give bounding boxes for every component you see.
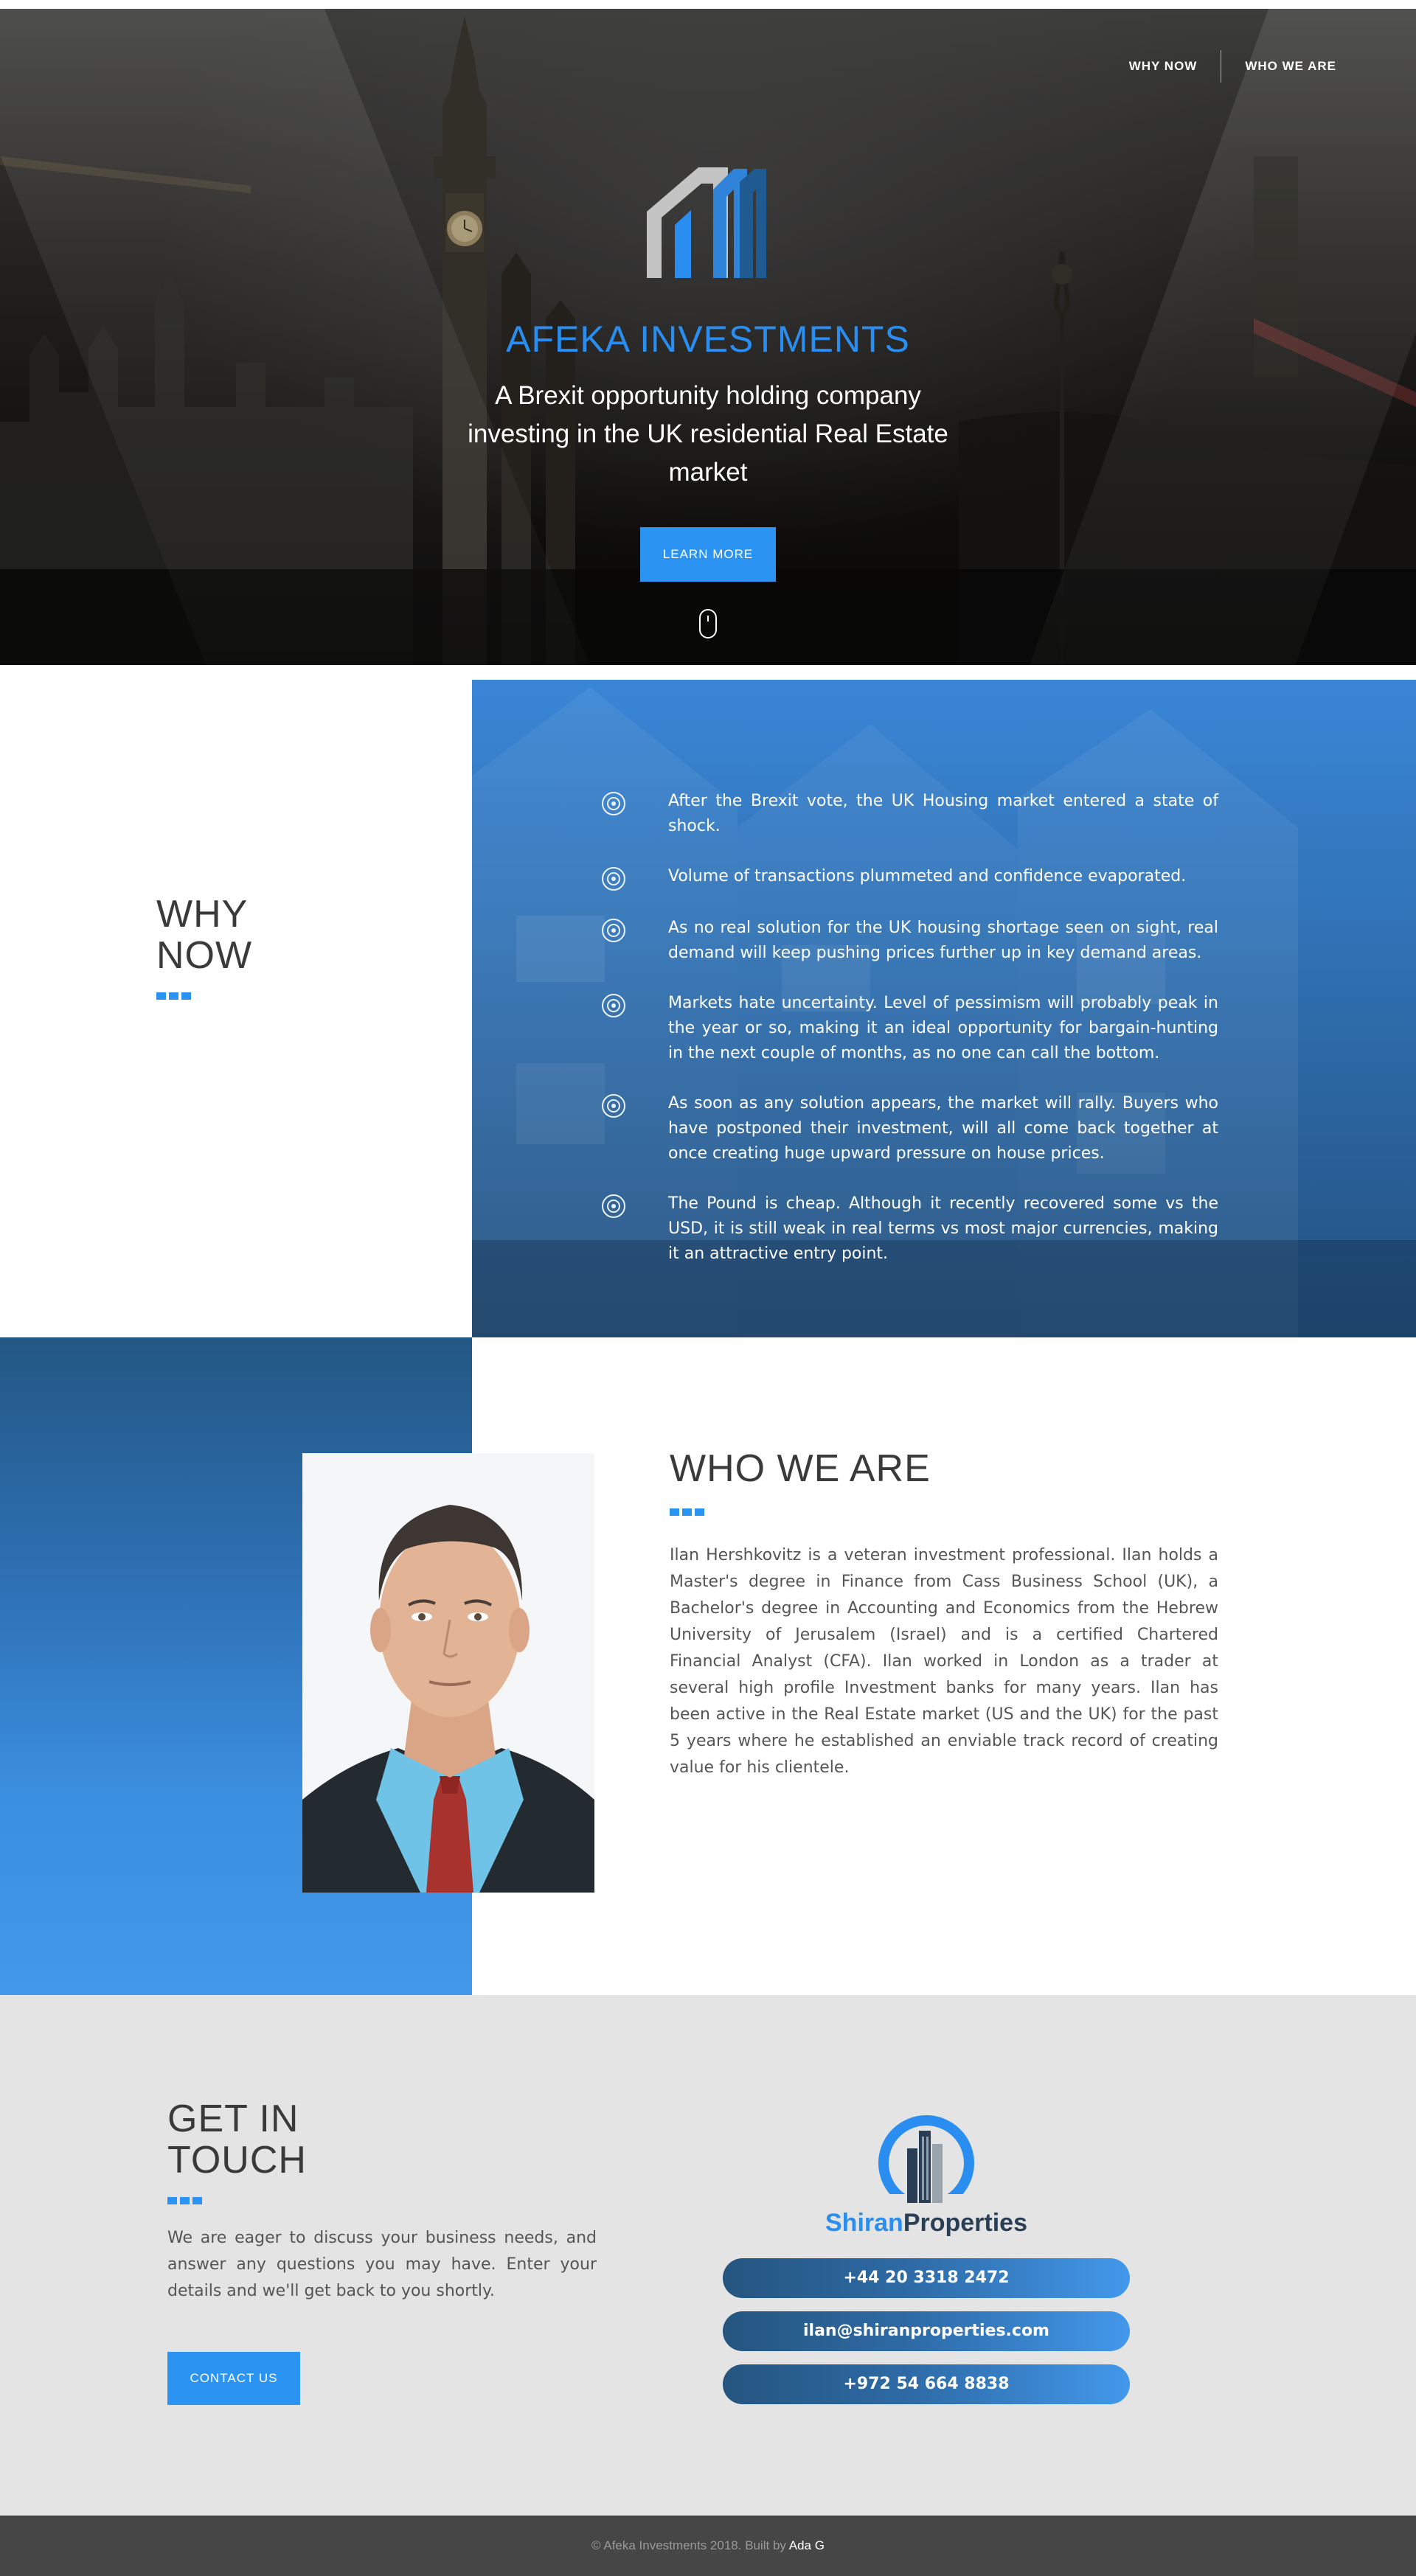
email-link[interactable]: ilan@shiranproperties.com	[723, 2311, 1130, 2351]
target-icon	[602, 1094, 625, 1118]
list-item-text: Markets hate uncertainty. Level of pessi…	[668, 994, 1218, 1062]
target-icon	[602, 994, 625, 1017]
list-item: Volume of transactions plummeted and con…	[602, 864, 1373, 891]
get-in-touch-content: GET IN TOUCH We are eager to discuss you…	[167, 2098, 597, 2405]
list-item: The Pound is cheap. Although it recently…	[602, 1191, 1373, 1267]
mouse-scroll-icon[interactable]	[699, 609, 717, 638]
target-icon	[602, 867, 625, 891]
why-now-heading-panel: WHY NOW	[0, 680, 472, 1337]
footer: © Afeka Investments 2018. Built by Ada G	[0, 2516, 1416, 2576]
footer-copyright: © Afeka Investments 2018. Built by	[591, 2538, 786, 2552]
hero-section: WHY NOW WHO WE ARE AFEKA INVESTMENTS A B…	[0, 9, 1416, 665]
list-item-text: As soon as any solution appears, the mar…	[668, 1094, 1218, 1163]
section-dots	[670, 1508, 1218, 1516]
contact-card: ShiranProperties +44 20 3318 2472 ilan@s…	[723, 2114, 1130, 2404]
list-item-text: The Pound is cheap. Although it recently…	[668, 1194, 1218, 1263]
who-we-are-section: WHO WE ARE Ilan Hershkovitz is a veteran…	[0, 1337, 1416, 1995]
who-we-are-title: WHO WE ARE	[670, 1447, 931, 1490]
target-icon	[602, 792, 625, 815]
list-item-text: After the Brexit vote, the UK Housing ma…	[668, 792, 1218, 835]
get-in-touch-section: GET IN TOUCH We are eager to discuss you…	[0, 1995, 1416, 2516]
hero-title: AFEKA INVESTMENTS	[506, 318, 910, 360]
shiran-brand-name: ShiranProperties	[723, 2209, 1130, 2238]
list-item: As no real solution for the UK housing s…	[602, 916, 1373, 966]
learn-more-button[interactable]: LEARN MORE	[640, 527, 776, 582]
who-we-are-content: WHO WE ARE Ilan Hershkovitz is a veteran…	[670, 1448, 1218, 1781]
phone-il-link[interactable]: +972 54 664 8838	[723, 2364, 1130, 2404]
target-icon	[602, 919, 625, 942]
get-in-touch-title: GET IN TOUCH	[167, 2098, 597, 2181]
why-now-title-line1: WHY	[156, 893, 249, 936]
why-now-section: WHY NOW After the Brexit vote, the UK Ho…	[0, 665, 1416, 1337]
brand-name-part1: Shiran	[825, 2209, 903, 2237]
section-dots	[156, 992, 252, 1000]
list-item: As soon as any solution appears, the mar…	[602, 1091, 1373, 1166]
why-now-list: After the Brexit vote, the UK Housing ma…	[602, 789, 1373, 1292]
why-now-list-panel: After the Brexit vote, the UK Housing ma…	[472, 680, 1416, 1337]
list-item-text: Volume of transactions plummeted and con…	[668, 867, 1187, 885]
footer-author-link[interactable]: Ada G	[789, 2538, 825, 2552]
hero-content: AFEKA INVESTMENTS A Brexit opportunity h…	[0, 160, 1416, 582]
list-item: After the Brexit vote, the UK Housing ma…	[602, 789, 1373, 839]
portrait-photo	[302, 1453, 594, 1893]
contact-us-button[interactable]: CONTACT US	[167, 2352, 300, 2405]
why-now-title-line2: NOW	[156, 934, 253, 977]
phone-uk-link[interactable]: +44 20 3318 2472	[723, 2258, 1130, 2298]
hero-subtitle: A Brexit opportunity holding company inv…	[468, 381, 948, 487]
brand-name-part2: Properties	[903, 2209, 1027, 2237]
top-strip	[0, 0, 1416, 9]
afeka-logo	[647, 167, 766, 278]
nav-item-who-we-are[interactable]: WHO WE ARE	[1245, 55, 1336, 78]
get-in-touch-title-line1: GET IN	[167, 2098, 299, 2140]
portrait-illustration	[302, 1453, 594, 1893]
get-in-touch-body: We are eager to discuss your business ne…	[167, 2229, 597, 2300]
top-nav: WHY NOW WHO WE ARE	[1129, 50, 1336, 83]
shiran-brand: ShiranProperties	[723, 2114, 1130, 2238]
why-now-title: WHY NOW	[156, 894, 252, 976]
list-item: Markets hate uncertainty. Level of pessi…	[602, 991, 1373, 1066]
shiran-logo	[875, 2115, 978, 2210]
list-item-text: As no real solution for the UK housing s…	[668, 919, 1218, 962]
get-in-touch-title-line2: TOUCH	[167, 2139, 307, 2182]
section-dots	[167, 2197, 597, 2204]
who-we-are-body: Ilan Hershkovitz is a veteran investment…	[670, 1546, 1218, 1777]
why-now-heading: WHY NOW	[156, 894, 252, 1000]
nav-item-why-now[interactable]: WHY NOW	[1129, 55, 1198, 78]
target-icon	[602, 1194, 625, 1218]
